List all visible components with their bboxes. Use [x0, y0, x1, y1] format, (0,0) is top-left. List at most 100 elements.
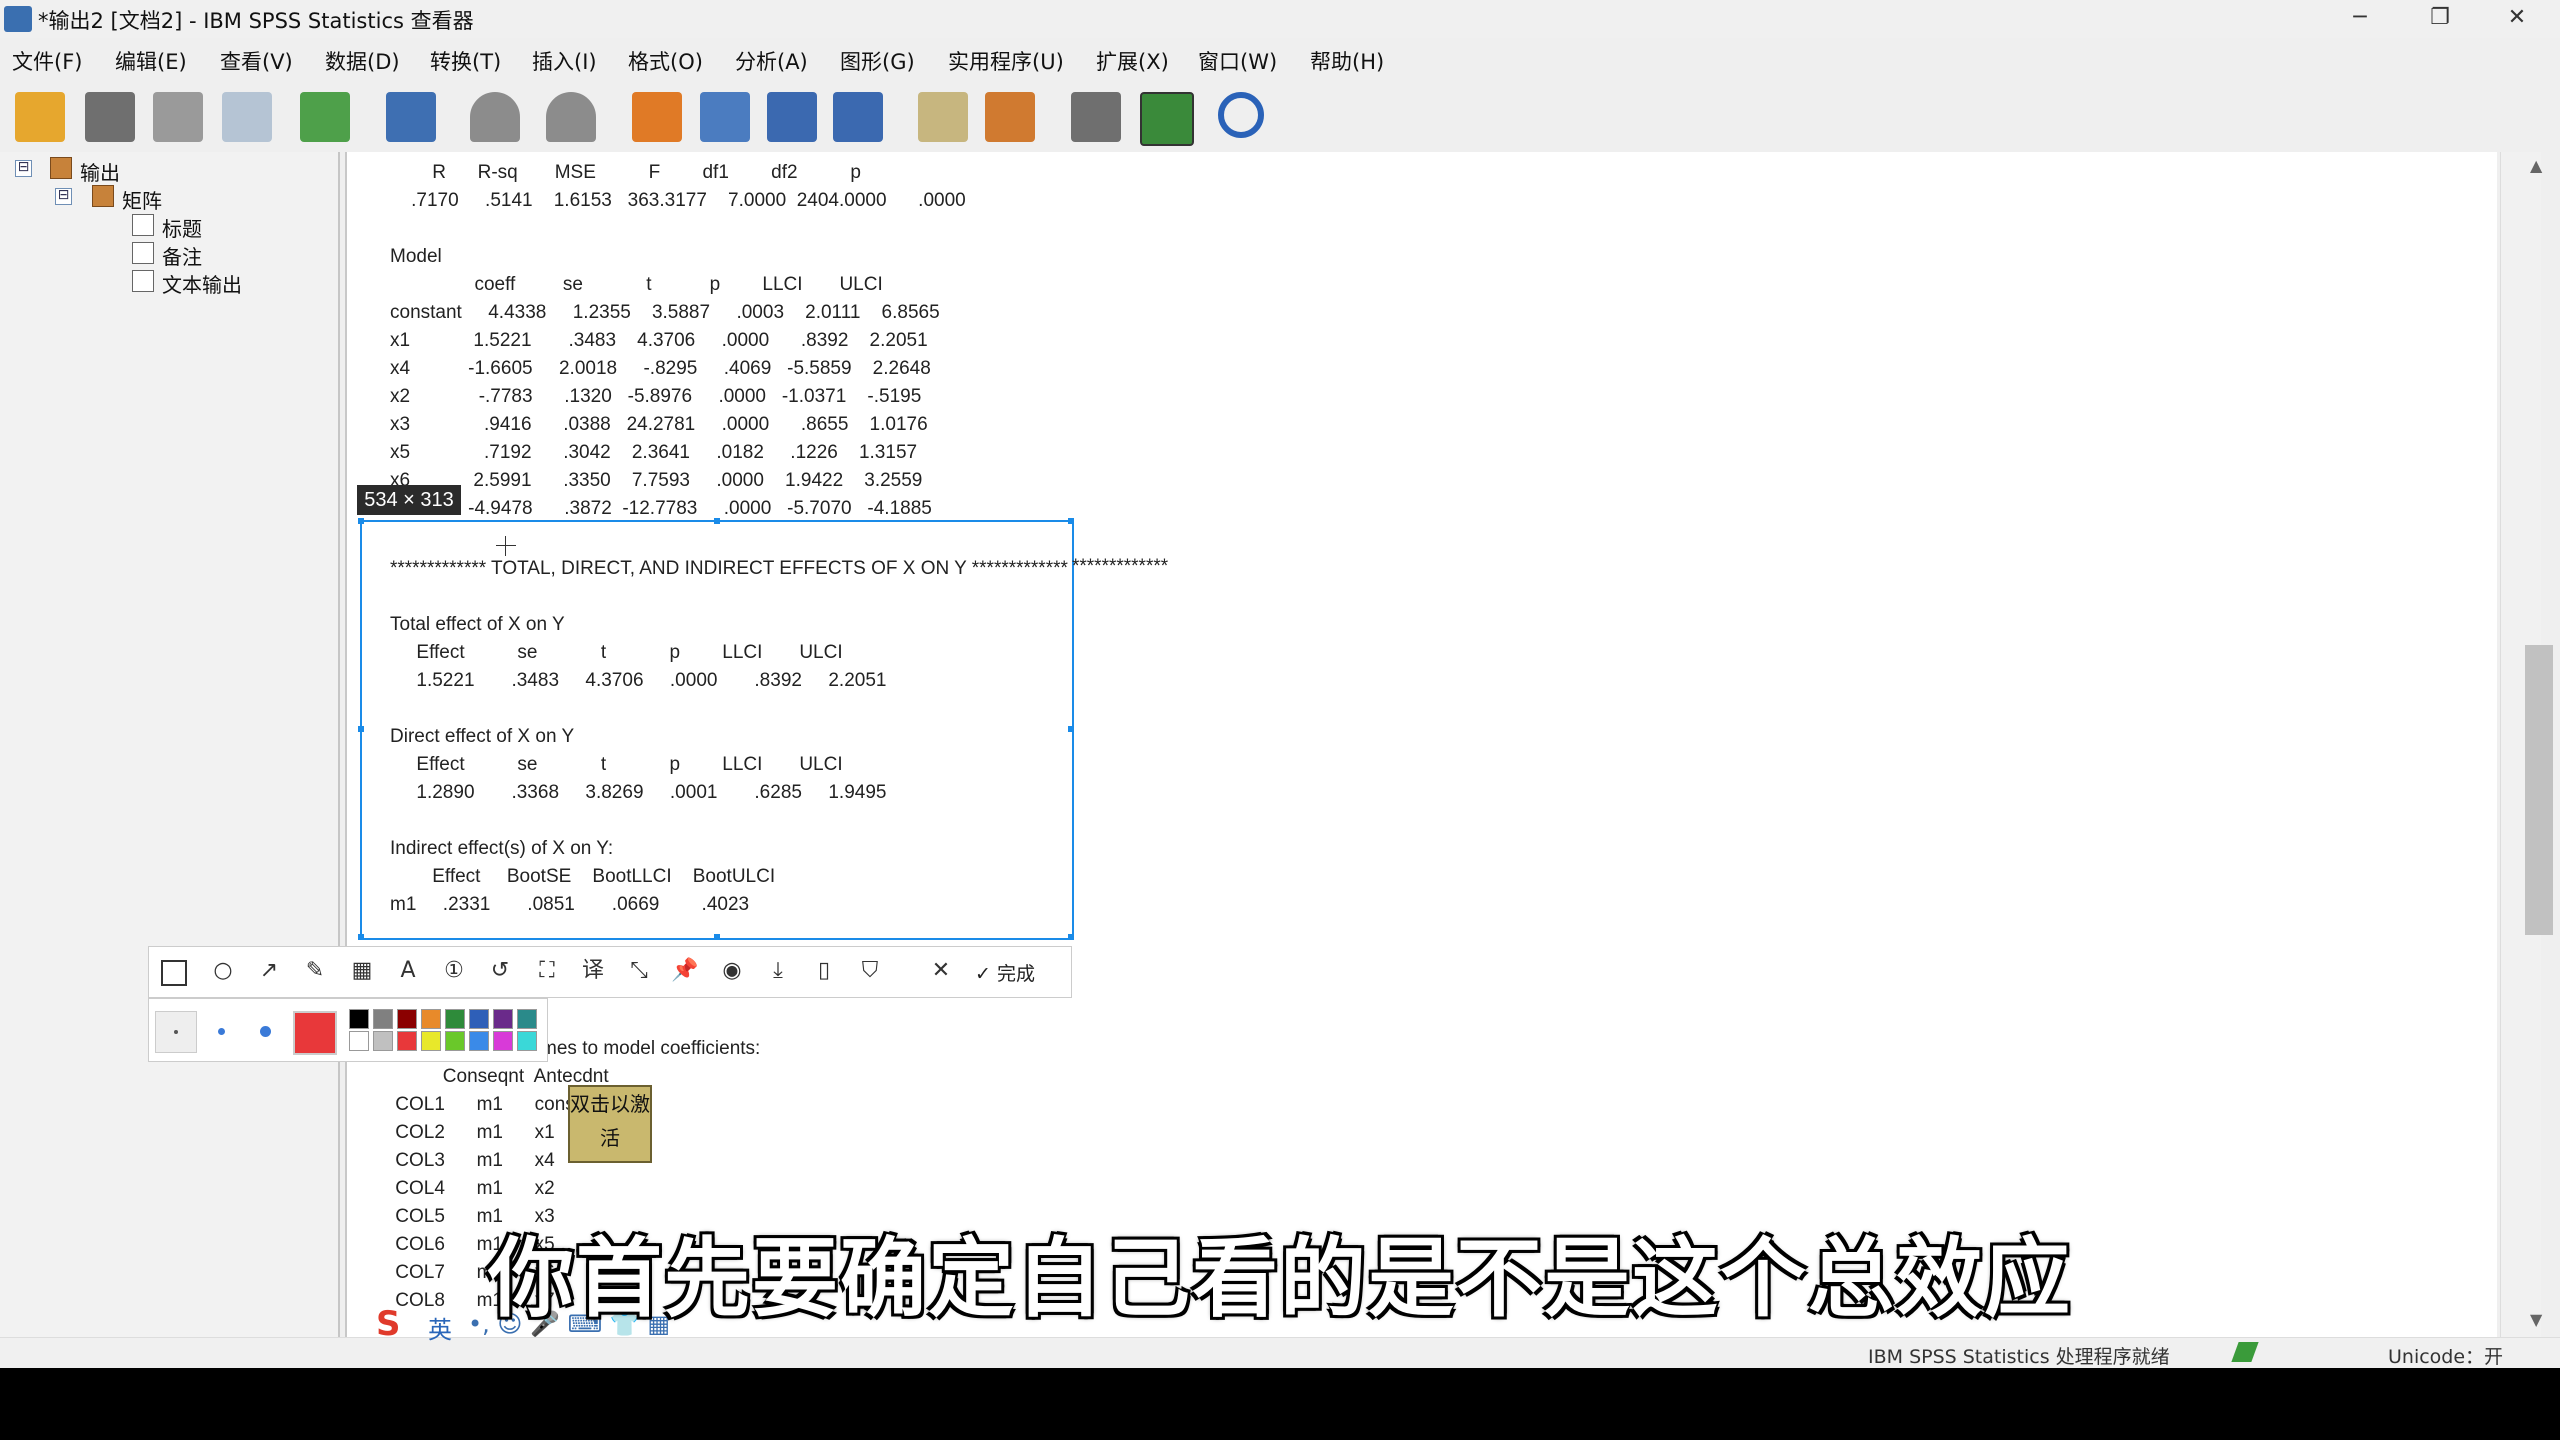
number-tool-icon[interactable]: ① — [438, 955, 470, 987]
search-icon[interactable] — [1218, 92, 1264, 138]
color-swatch[interactable] — [517, 1031, 537, 1051]
toolbar — [0, 84, 2560, 154]
menu-help[interactable]: 帮助(H) — [1310, 46, 1384, 76]
menu-data[interactable]: 数据(D) — [325, 46, 400, 76]
bookmark-icon[interactable]: ⛉ — [854, 955, 886, 987]
pen-tool-icon[interactable]: ✎ — [299, 955, 331, 987]
scroll-up-icon[interactable]: ▲ — [2530, 156, 2542, 175]
capture-region[interactable]: ************* TOTAL, DIRECT, AND INDIREC… — [358, 518, 1074, 940]
color-swatch[interactable] — [445, 1031, 465, 1051]
download-icon[interactable]: ⤓ — [762, 955, 794, 987]
export-icon[interactable] — [300, 92, 350, 142]
tree-item-output[interactable]: 输出 — [80, 157, 120, 186]
menu-format[interactable]: 格式(O) — [628, 46, 703, 76]
dot-large-icon[interactable] — [245, 1011, 285, 1051]
resize-handle[interactable] — [714, 518, 720, 524]
chart-icon[interactable] — [985, 92, 1035, 142]
color-swatch[interactable] — [469, 1009, 489, 1029]
dot-small-icon[interactable] — [155, 1011, 197, 1053]
menu-analyze[interactable]: 分析(A) — [735, 46, 808, 76]
scrollbar-thumb[interactable] — [2525, 645, 2553, 935]
menu-file[interactable]: 文件(F) — [12, 46, 82, 76]
minimize-button[interactable]: ─ — [2325, 0, 2395, 38]
tree-item-matrix[interactable]: 矩阵 — [122, 185, 162, 214]
open-folder-icon[interactable] — [15, 92, 65, 142]
close-button[interactable]: ✕ — [2482, 0, 2552, 38]
color-swatch[interactable] — [397, 1009, 417, 1029]
tree-item-text-output[interactable]: 文本输出 — [162, 269, 242, 298]
hide-icon[interactable] — [1071, 92, 1121, 142]
menu-edit[interactable]: 编辑(E) — [115, 46, 187, 76]
arrow-tool-icon[interactable]: ↗ — [253, 955, 285, 987]
designated-window-icon[interactable] — [833, 92, 883, 142]
notes-page-icon — [132, 242, 154, 264]
color-swatch[interactable] — [421, 1031, 441, 1051]
undo-tool-icon[interactable]: ↺ — [484, 955, 516, 987]
resize-handle[interactable] — [358, 518, 364, 524]
color-swatch[interactable] — [469, 1031, 489, 1051]
pin-icon[interactable]: 📌 — [669, 955, 701, 987]
color-swatch[interactable] — [493, 1009, 513, 1029]
resize-handle[interactable] — [714, 934, 720, 940]
menu-window[interactable]: 窗口(W) — [1198, 46, 1277, 76]
color-swatch[interactable] — [373, 1009, 393, 1029]
resize-handle[interactable] — [1068, 934, 1074, 940]
color-swatch[interactable] — [397, 1031, 417, 1051]
current-color-swatch[interactable] — [293, 1011, 337, 1055]
color-swatch[interactable] — [373, 1031, 393, 1051]
resize-handle[interactable] — [1068, 518, 1074, 524]
edit-icon[interactable] — [918, 92, 968, 142]
color-swatch[interactable] — [421, 1009, 441, 1029]
variables-icon[interactable] — [700, 92, 750, 142]
output-line: .7170 .5141 1.6153 363.3177 7.0000 2404.… — [390, 190, 966, 211]
ocr-tool-icon[interactable]: ⛶ — [531, 955, 563, 987]
add-icon[interactable] — [1140, 92, 1194, 146]
record-icon[interactable]: ◉ — [716, 955, 748, 987]
color-swatch[interactable] — [349, 1031, 369, 1051]
resize-handle[interactable] — [1068, 726, 1074, 732]
spss-app-icon — [4, 6, 32, 32]
dot-medium-icon[interactable] — [201, 1011, 241, 1051]
color-swatch[interactable] — [493, 1031, 513, 1051]
output-line: COL4 m1 x2 — [390, 1178, 555, 1199]
menu-transform[interactable]: 转换(T) — [430, 46, 501, 76]
translate-tool-icon[interactable]: 译 — [577, 955, 609, 987]
done-button[interactable]: ✓ 完成 — [975, 959, 1035, 986]
direct-effect-row: 1.2890 .3368 3.8269 .0001 .6285 1.9495 — [390, 782, 887, 803]
print-icon[interactable] — [153, 92, 203, 142]
text-tool-icon[interactable]: A — [392, 955, 424, 987]
recall-dialog-icon[interactable] — [386, 92, 436, 142]
print-preview-icon[interactable] — [222, 92, 272, 142]
mosaic-tool-icon[interactable]: ▦ — [346, 955, 378, 987]
resize-handle[interactable] — [358, 934, 364, 940]
save-to-phone-icon[interactable]: ▯ — [808, 955, 840, 987]
text-output-page-icon — [132, 270, 154, 292]
color-swatch[interactable] — [517, 1009, 537, 1029]
redo-icon[interactable] — [546, 92, 596, 142]
tree-item-notes[interactable]: 备注 — [162, 241, 202, 270]
menu-extensions[interactable]: 扩展(X) — [1096, 46, 1169, 76]
color-swatch[interactable] — [349, 1009, 369, 1029]
tree-item-title[interactable]: 标题 — [162, 213, 202, 242]
menu-view[interactable]: 查看(V) — [220, 46, 293, 76]
ellipse-tool-icon[interactable]: ○ — [207, 955, 239, 987]
menu-utilities[interactable]: 实用程序(U) — [948, 46, 1064, 76]
menu-insert[interactable]: 插入(I) — [532, 46, 597, 76]
collapse-icon[interactable]: ⊟ — [15, 160, 32, 177]
rectangle-tool-icon[interactable] — [161, 960, 187, 986]
long-capture-icon[interactable]: ⤡ — [623, 955, 655, 987]
total-effect-row: 1.5221 .3483 4.3706 .0000 .8392 2.2051 — [390, 670, 887, 691]
output-line: Model — [390, 246, 442, 267]
close-icon[interactable]: ✕ — [925, 955, 957, 987]
total-effect-header: Effect se t p LLCI ULCI — [390, 642, 843, 663]
restore-button[interactable]: ❐ — [2405, 0, 2475, 38]
output-line: x6 2.5991 .3350 7.7593 .0000 1.9422 3.25… — [390, 470, 923, 491]
menu-graphs[interactable]: 图形(G) — [840, 46, 915, 76]
undo-icon[interactable] — [470, 92, 520, 142]
resize-handle[interactable] — [358, 726, 364, 732]
color-swatch[interactable] — [445, 1009, 465, 1029]
insert-output-icon[interactable] — [767, 92, 817, 142]
save-icon[interactable] — [85, 92, 135, 142]
collapse-icon[interactable]: ⊟ — [55, 188, 72, 205]
goto-case-icon[interactable] — [632, 92, 682, 142]
